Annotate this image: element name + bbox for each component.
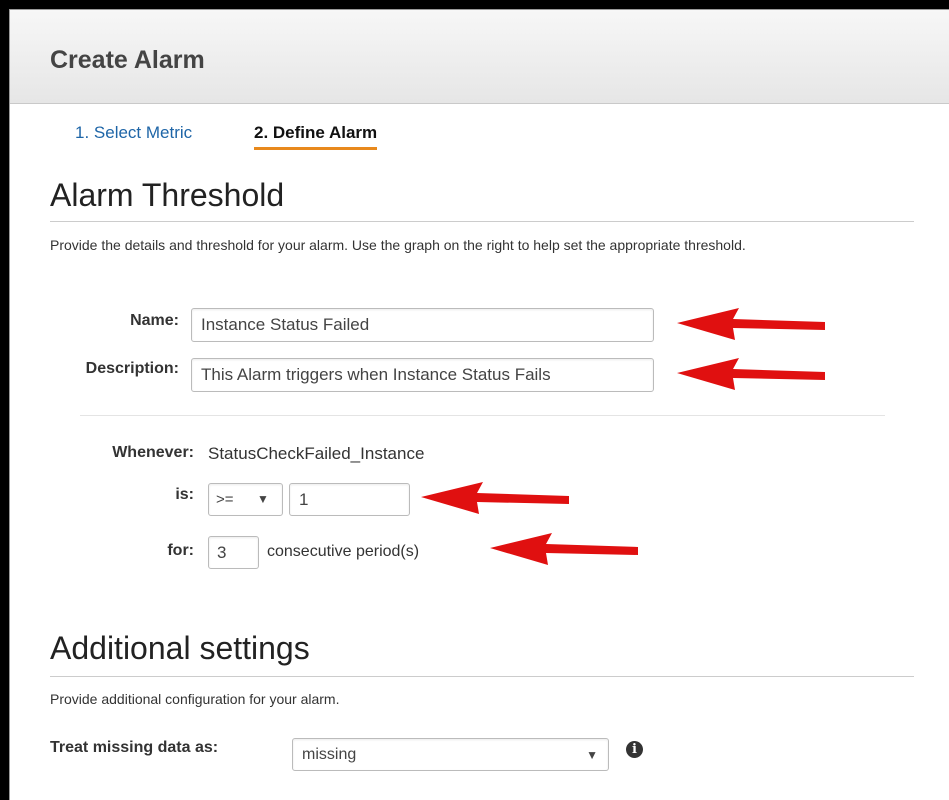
- create-alarm-panel: Create Alarm 1. Select Metric 2. Define …: [9, 9, 949, 800]
- missing-data-label: Treat missing data as:: [50, 739, 219, 756]
- missing-data-value: missing: [302, 746, 357, 763]
- alarm-threshold-description: Provide the details and threshold for yo…: [50, 237, 746, 253]
- whenever-label: Whenever:: [112, 444, 194, 461]
- is-label: is:: [175, 486, 194, 503]
- section-divider: [50, 676, 914, 677]
- section-divider: [50, 221, 914, 222]
- operator-select[interactable]: >= ▼: [208, 483, 283, 516]
- periods-input[interactable]: 3: [208, 536, 259, 569]
- chevron-down-icon: ▼: [586, 748, 598, 762]
- dialog-title: Create Alarm: [50, 46, 205, 74]
- name-label: Name:: [130, 312, 179, 329]
- red-arrow-left-icon: [490, 533, 638, 565]
- metric-name: StatusCheckFailed_Instance: [208, 444, 425, 463]
- red-arrow-left-icon: [421, 482, 569, 514]
- periods-suffix: consecutive period(s): [267, 543, 420, 560]
- info-icon[interactable]: i: [626, 741, 643, 758]
- dialog-header: Create Alarm: [10, 10, 949, 104]
- alarm-threshold-heading: Alarm Threshold: [50, 177, 285, 213]
- threshold-input[interactable]: 1: [289, 483, 410, 516]
- additional-settings-heading: Additional settings: [50, 630, 310, 666]
- for-label: for:: [167, 542, 194, 559]
- description-label: Description:: [85, 360, 179, 377]
- missing-data-select[interactable]: missing ▼: [292, 738, 609, 771]
- operator-value: >=: [216, 491, 234, 508]
- chevron-down-icon: ▼: [257, 492, 269, 506]
- additional-settings-description: Provide additional configuration for you…: [50, 691, 340, 707]
- red-arrow-left-icon: [677, 308, 825, 340]
- form-separator: [80, 415, 885, 416]
- step-define-alarm[interactable]: 2. Define Alarm: [254, 123, 378, 150]
- alarm-name-input[interactable]: Instance Status Failed: [191, 308, 654, 342]
- step-select-metric[interactable]: 1. Select Metric: [75, 123, 192, 143]
- red-arrow-left-icon: [677, 358, 825, 390]
- alarm-description-input[interactable]: This Alarm triggers when Instance Status…: [191, 358, 654, 392]
